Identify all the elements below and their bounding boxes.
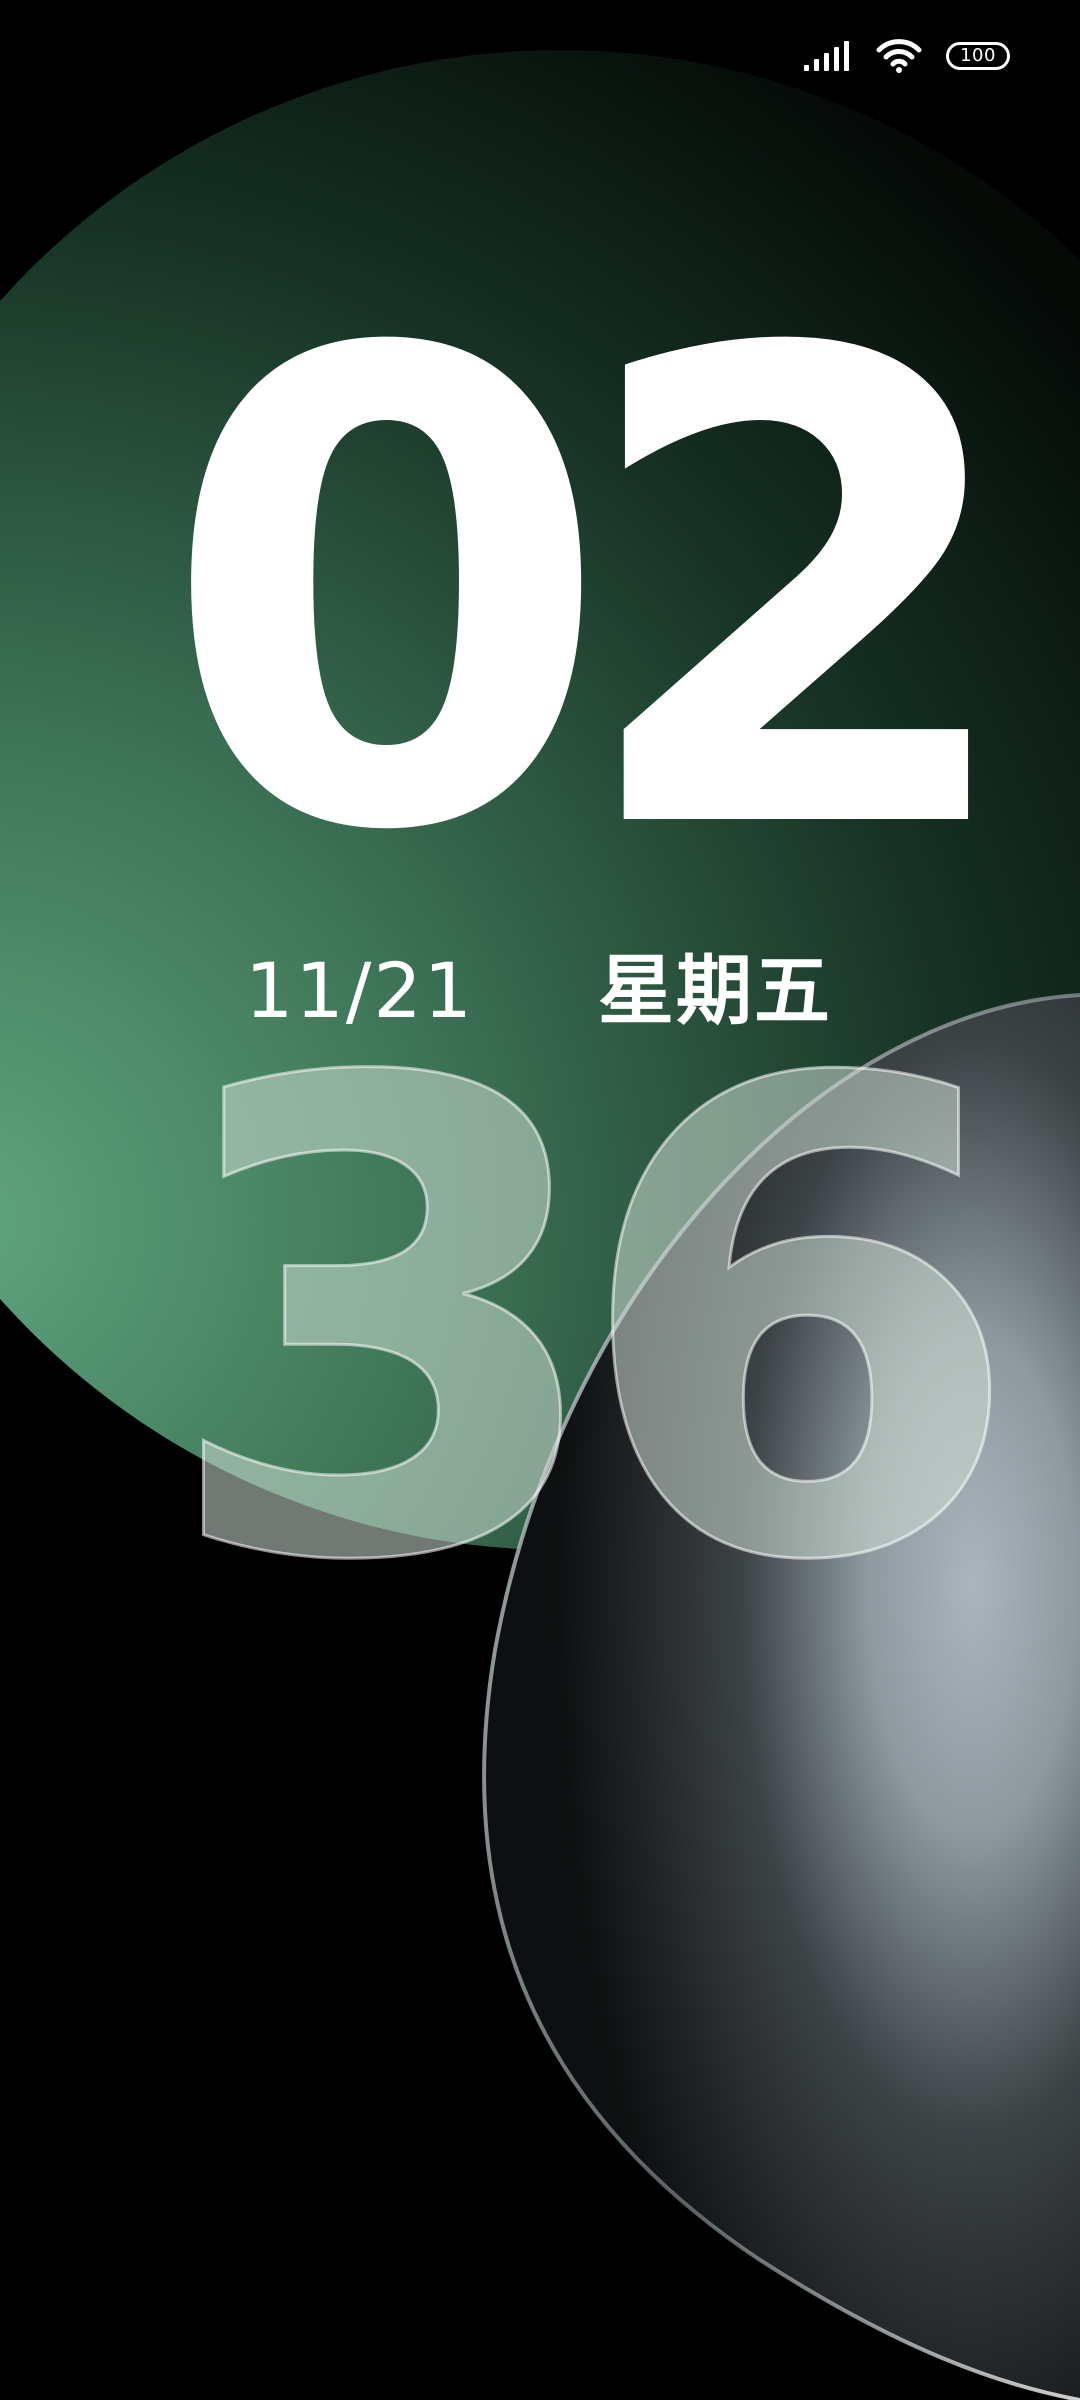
signal-strength-icon xyxy=(804,41,849,71)
status-bar: 100 xyxy=(804,36,1010,76)
wifi-icon xyxy=(876,39,922,73)
clock-hours: 02 xyxy=(160,217,1025,973)
lock-screen: 100 02 11/21 星期五 36 xyxy=(0,0,1080,2400)
clock-minutes: 36 xyxy=(159,947,1027,1703)
battery-level: 100 xyxy=(960,45,996,66)
battery-icon: 100 xyxy=(946,42,1010,70)
